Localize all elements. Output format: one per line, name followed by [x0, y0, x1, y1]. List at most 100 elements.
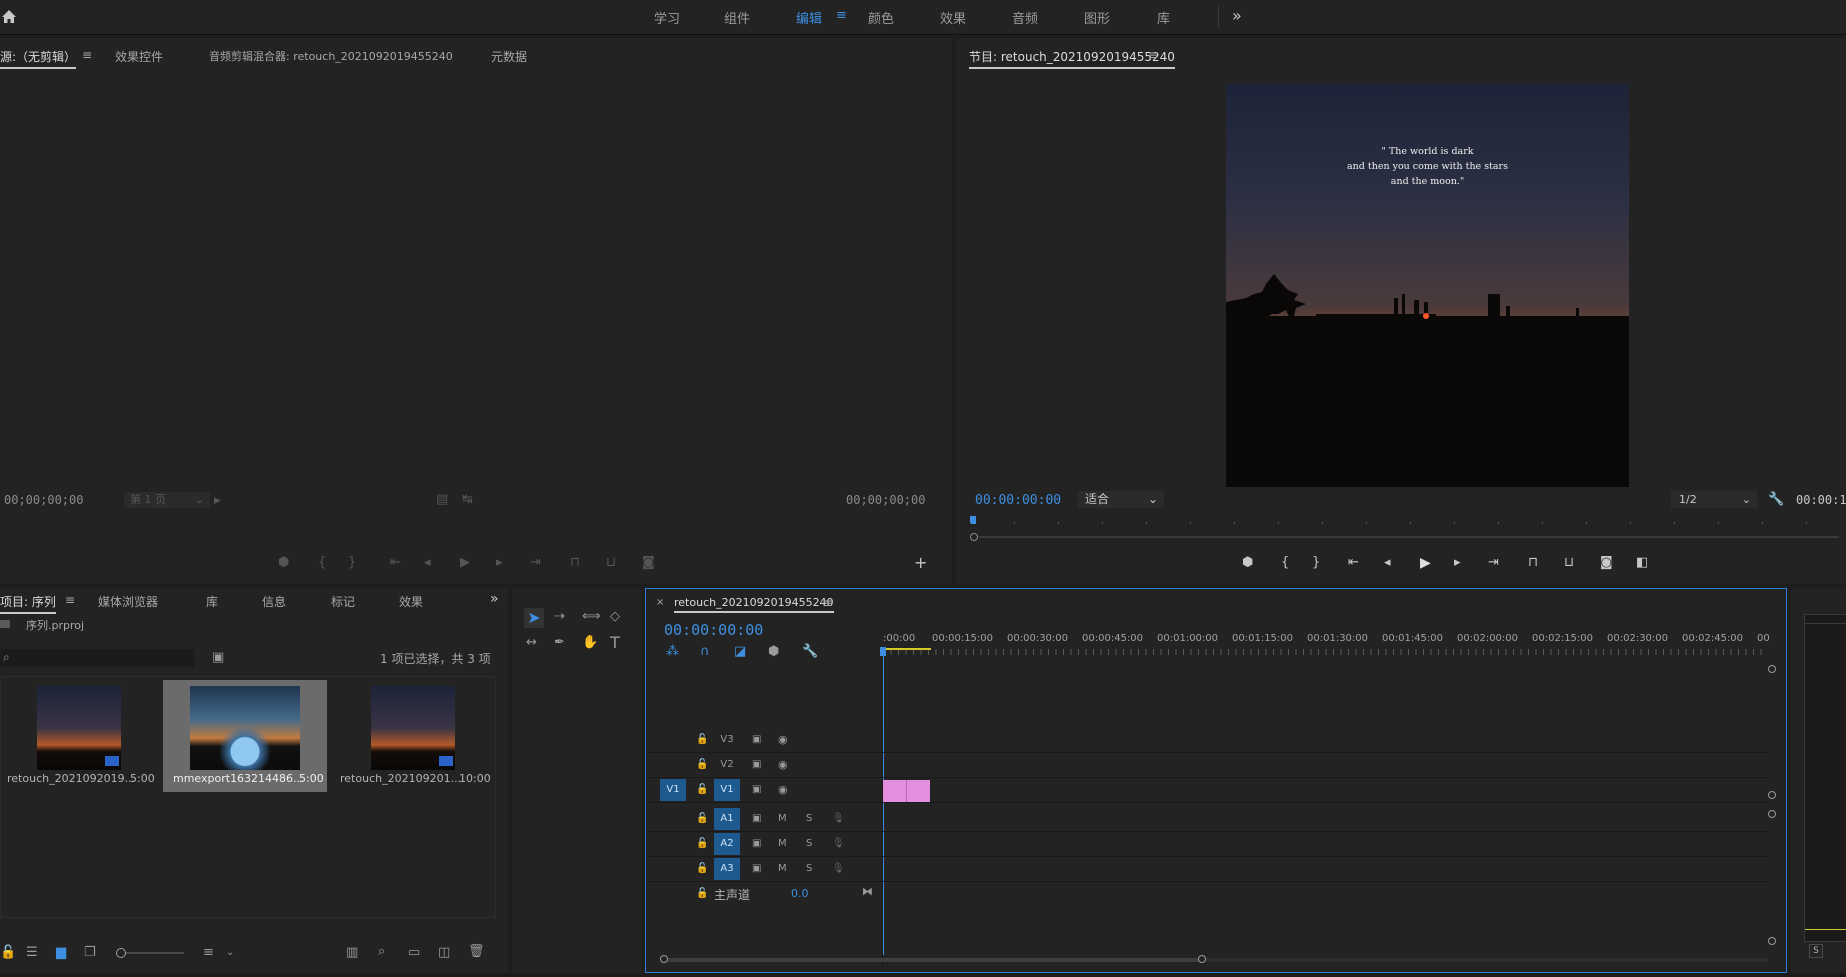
tab-menu-icon[interactable]: ≡: [82, 48, 92, 62]
track-target-a3[interactable]: A3: [714, 858, 740, 880]
freeform-view-icon[interactable]: ❐: [84, 946, 96, 960]
tab-audio-clip-mixer[interactable]: 音频剪辑混合器: retouch_2021092019455240: [209, 48, 453, 64]
sync-lock-icon[interactable]: ▣: [752, 837, 761, 851]
workspace-graphics[interactable]: 图形: [1084, 8, 1110, 27]
page-dropdown[interactable]: 第 1 页 ⌄: [124, 492, 210, 508]
master-volume[interactable]: 0.0: [791, 887, 809, 900]
new-item-icon[interactable]: ◫: [438, 946, 450, 960]
linked-selection-icon[interactable]: ◪: [734, 645, 746, 659]
microphone-icon[interactable]: 🎙: [832, 837, 845, 851]
workspace-audio[interactable]: 音频: [1012, 8, 1038, 27]
marker-icon[interactable]: ⬢: [278, 556, 289, 570]
lock-icon[interactable]: 🔓: [696, 837, 708, 851]
audio-scroll-handle[interactable]: [1768, 937, 1776, 945]
chevron-down-icon[interactable]: ⌄: [226, 946, 234, 960]
lift-icon[interactable]: ⊓: [1528, 556, 1538, 570]
sync-lock-icon[interactable]: ▣: [752, 862, 761, 876]
eye-icon[interactable]: ◉: [778, 783, 788, 797]
tab-source[interactable]: 源:（无剪辑）: [0, 48, 77, 69]
sync-lock-icon[interactable]: ▣: [752, 733, 761, 747]
comparison-view-icon[interactable]: ◧: [1636, 556, 1648, 570]
mark-in-icon[interactable]: {: [318, 556, 326, 570]
step-forward-icon[interactable]: ▸: [1454, 556, 1461, 570]
close-icon[interactable]: ×: [656, 597, 664, 608]
project-menu-icon[interactable]: ≡: [65, 593, 75, 607]
extract-icon[interactable]: ⊔: [1564, 556, 1574, 570]
snap-icon[interactable]: ∩: [700, 645, 710, 659]
timeline-clip[interactable]: [907, 780, 930, 802]
lock-icon[interactable]: 🔓: [696, 733, 708, 747]
eye-icon[interactable]: ◉: [778, 733, 788, 747]
go-to-end-icon[interactable]: ⧓: [862, 885, 873, 899]
scroll-thumb[interactable]: [664, 958, 1204, 962]
timeline-timecode[interactable]: 00:00:00:00: [664, 621, 763, 639]
step-forward-icon[interactable]: ▸: [496, 556, 503, 570]
mute-button[interactable]: M: [778, 812, 787, 826]
lock-icon[interactable]: 🔓: [696, 758, 708, 772]
play-arrow-icon[interactable]: ▶: [214, 494, 221, 508]
solo-button[interactable]: S: [806, 862, 812, 876]
timeline-title[interactable]: retouch_2021092019455240: [674, 596, 834, 613]
sync-lock-icon[interactable]: ▣: [752, 812, 761, 826]
overwrite-icon[interactable]: ⊔: [606, 556, 616, 570]
pen-tool-icon[interactable]: ✒: [554, 636, 565, 650]
program-timecode[interactable]: 00:00:00:00: [975, 493, 1061, 508]
add-button-icon[interactable]: +: [914, 555, 927, 571]
track-target-v2[interactable]: V2: [714, 754, 740, 776]
program-scrub-bar[interactable]: [970, 516, 1846, 530]
workspace-editing[interactable]: 编辑: [796, 8, 822, 27]
program-menu-icon[interactable]: ≡: [1148, 48, 1158, 62]
tab-media-browser[interactable]: 媒体浏览器: [98, 593, 158, 610]
zoom-slider[interactable]: [116, 948, 184, 958]
scroll-handle-right[interactable]: [1198, 955, 1206, 963]
more-workspaces-icon[interactable]: »: [1232, 6, 1242, 25]
microphone-icon[interactable]: 🎙: [832, 812, 845, 826]
project-item[interactable]: mmexport163214486... 5:00: [163, 680, 327, 792]
icon-view-icon[interactable]: ▆: [56, 946, 66, 960]
project-item[interactable]: retouch_202109201... 10:00: [333, 680, 493, 792]
go-to-out-icon[interactable]: ⇥: [530, 556, 541, 570]
solo-button[interactable]: S: [806, 837, 812, 851]
insert-icon[interactable]: ⊓: [570, 556, 580, 570]
tab-markers[interactable]: 标记: [331, 593, 355, 610]
export-frame-icon[interactable]: ◙: [642, 556, 655, 570]
mark-out-icon[interactable]: }: [1312, 556, 1320, 570]
fit-dropdown[interactable]: 适合 ⌄: [1078, 491, 1164, 508]
go-to-out-icon[interactable]: ⇥: [1488, 556, 1499, 570]
workspace-effects[interactable]: 效果: [940, 8, 966, 27]
tab-info[interactable]: 信息: [262, 593, 286, 610]
track-target-a2[interactable]: A2: [714, 833, 740, 855]
scroll-handle-left[interactable]: [660, 955, 668, 963]
home-icon[interactable]: [0, 9, 18, 28]
type-tool-icon[interactable]: T: [610, 635, 620, 651]
timeline-horizontal-scrollbar[interactable]: [660, 955, 1772, 965]
meter-solo-button[interactable]: S: [1809, 944, 1823, 958]
playhead-handle[interactable]: [880, 647, 886, 656]
video-scroll-handle[interactable]: [1768, 791, 1776, 799]
export-frame-icon[interactable]: ◙: [1600, 556, 1613, 570]
workspace-assembly[interactable]: 组件: [724, 8, 750, 27]
lock-icon[interactable]: 🔓: [696, 887, 708, 901]
timeline-menu-icon[interactable]: ≡: [823, 596, 833, 610]
more-tabs-icon[interactable]: »: [490, 591, 499, 607]
mute-button[interactable]: M: [778, 837, 787, 851]
new-search-bin-icon[interactable]: ▣: [212, 651, 224, 665]
tab-metadata[interactable]: 元数据: [491, 48, 527, 65]
go-to-in-icon[interactable]: ⇤: [390, 556, 401, 570]
lock-icon[interactable]: 🔓: [696, 812, 708, 826]
work-area-bar[interactable]: [883, 648, 931, 650]
zoom-bar[interactable]: [970, 532, 1846, 542]
lock-icon[interactable]: 🔓: [696, 862, 708, 876]
selection-tool-icon[interactable]: ➤: [524, 608, 544, 628]
nest-icon[interactable]: ⁂: [666, 645, 679, 659]
sort-icon[interactable]: ≡: [203, 946, 214, 960]
automate-to-sequence-icon[interactable]: ▥: [346, 946, 358, 960]
tab-libraries[interactable]: 库: [206, 593, 218, 610]
track-select-tool-icon[interactable]: ⇢: [554, 610, 565, 624]
timeline-clip[interactable]: [883, 780, 907, 802]
solo-button[interactable]: S: [806, 812, 812, 826]
project-search-input[interactable]: ⌕: [0, 649, 194, 667]
zoom-handle-left[interactable]: [970, 533, 978, 541]
workspace-learn[interactable]: 学习: [654, 8, 680, 27]
source-patch-v1[interactable]: V1: [660, 779, 686, 801]
